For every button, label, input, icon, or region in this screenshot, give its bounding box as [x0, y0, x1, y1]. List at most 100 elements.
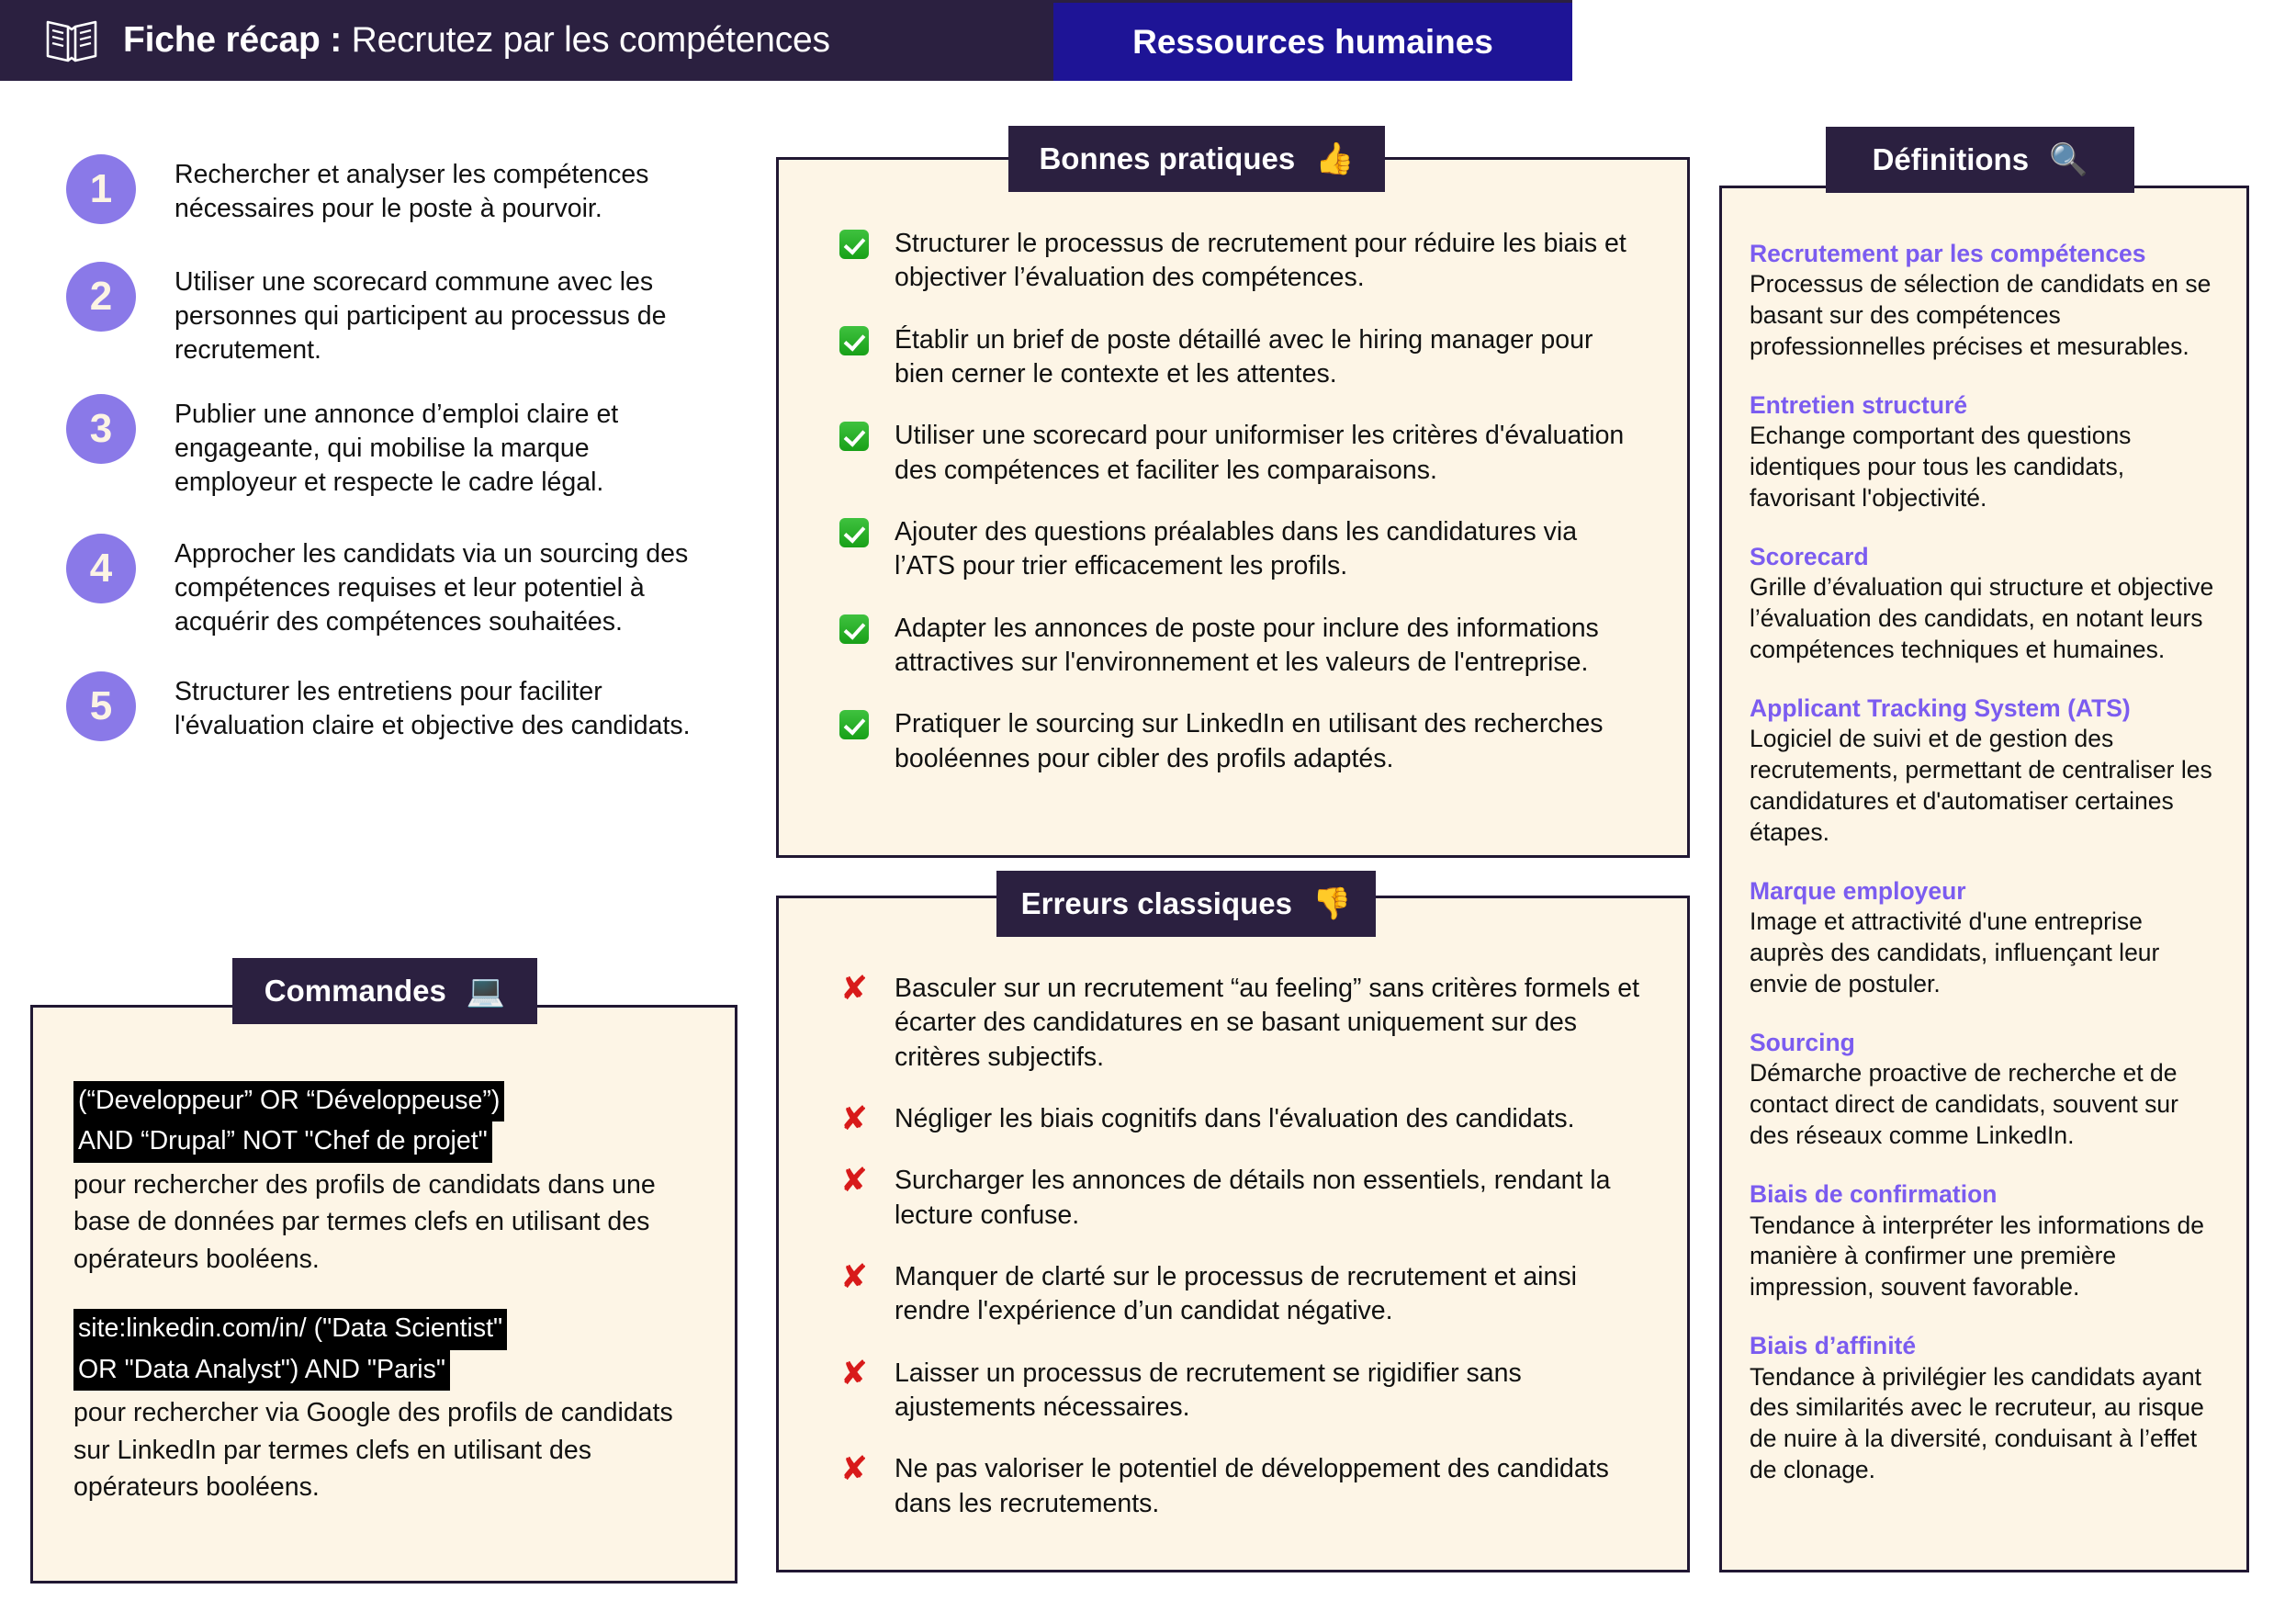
- red-cross-icon: ✘: [839, 1162, 869, 1200]
- bonnes-pratiques-panel: Structurer le processus de recrutement p…: [776, 157, 1690, 858]
- list-item: Biais de confirmation Tendance à interpr…: [1750, 1179, 2215, 1303]
- command-code-line: AND “Drupal” NOT "Chef de projet": [73, 1121, 492, 1163]
- erreurs-classiques-list: ✘ Basculer sur un recrutement “au feelin…: [779, 898, 1687, 1521]
- green-check-icon: [834, 707, 874, 740]
- definitions-list: Recrutement par les compétences Processu…: [1722, 188, 2246, 1486]
- list-item: Sourcing Démarche proactive de recherche…: [1750, 1028, 2215, 1152]
- open-book-icon: [46, 20, 97, 62]
- list-item: Biais d’affinité Tendance à privilégier …: [1750, 1331, 2215, 1486]
- definition-description: Echange comportant des questions identiq…: [1750, 422, 2132, 513]
- red-cross-icon: ✘: [839, 1450, 869, 1489]
- command-code-line: OR "Data Analyst") AND "Paris": [73, 1349, 451, 1392]
- command-block: site:linkedin.com/in/ ("Data Scientist" …: [73, 1309, 694, 1505]
- commandes-header-label: Commandes: [264, 974, 446, 1008]
- category-tag-label: Ressources humaines: [1132, 22, 1493, 61]
- green-check-icon: [834, 419, 874, 452]
- list-item: Structurer le processus de recrutement p…: [834, 227, 1639, 296]
- laptop-icon: 💻: [466, 974, 506, 1009]
- list-item: Adapter les annonces de poste pour inclu…: [834, 612, 1639, 681]
- red-cross-icon: ✘: [839, 1257, 869, 1296]
- list-item: ✘ Négliger les biais cognitifs dans l'év…: [834, 1102, 1639, 1136]
- red-cross-icon: ✘: [839, 970, 869, 1008]
- list-item: Entretien structuré Echange comportant d…: [1750, 390, 2215, 514]
- definition-description: Tendance à privilégier les candidats aya…: [1750, 1362, 2204, 1484]
- definition-description: Tendance à interpréter les informations …: [1750, 1211, 2204, 1302]
- step-badge: 2: [66, 261, 136, 332]
- list-item: Marque employeur Image et attractivité d…: [1750, 876, 2215, 1000]
- bonnes-pratiques-list: Structurer le processus de recrutement p…: [779, 160, 1687, 776]
- green-check-icon: [834, 323, 874, 355]
- bonnes-pratiques-header-label: Bonnes pratiques: [1039, 141, 1296, 175]
- list-item-text: Ne pas valoriser le potentiel de dévelop…: [895, 1454, 1609, 1518]
- erreurs-classiques-header-label: Erreurs classiques: [1020, 886, 1292, 920]
- steps-list: 1 Rechercher et analyser les compétences…: [66, 154, 727, 776]
- definitions-header: Définitions 🔍: [1826, 127, 2134, 193]
- command-code: (“Developpeur” OR “Développeuse”) AND “D…: [73, 1081, 694, 1163]
- erreurs-classiques-header: Erreurs classiques 👎: [996, 871, 1376, 937]
- list-item-text: Structurer le processus de recrutement p…: [895, 229, 1626, 293]
- commandes-body: (“Developpeur” OR “Développeuse”) AND “D…: [33, 1008, 735, 1506]
- thumbs-down-icon: 👎: [1312, 886, 1352, 921]
- red-cross-icon: ✘: [839, 1354, 869, 1392]
- command-description: pour rechercher des profils de candidats…: [73, 1169, 656, 1274]
- list-item-text: Adapter les annonces de poste pour inclu…: [895, 613, 1599, 677]
- commandes-panel: (“Developpeur” OR “Développeuse”) AND “D…: [30, 1005, 737, 1584]
- list-item: 5 Structurer les entretiens pour facilit…: [66, 671, 727, 744]
- step-text: Publier une annonce d’emploi claire et e…: [174, 399, 619, 498]
- list-item: Scorecard Grille d’évaluation qui struct…: [1750, 542, 2215, 666]
- command-block: (“Developpeur” OR “Développeuse”) AND “D…: [73, 1081, 694, 1278]
- list-item: Établir un brief de poste détaillé avec …: [834, 323, 1639, 392]
- definition-term: Scorecard: [1750, 543, 1869, 571]
- command-code-line: site:linkedin.com/in/ ("Data Scientist": [73, 1309, 508, 1350]
- step-badge: 3: [66, 393, 136, 464]
- list-item-text: Surcharger les annonces de détails non e…: [895, 1166, 1611, 1230]
- list-item: Ajouter des questions préalables dans le…: [834, 515, 1639, 584]
- list-item: 4 Approcher les candidats via un sourcin…: [66, 533, 727, 640]
- list-item: Recrutement par les compétences Processu…: [1750, 239, 2215, 363]
- command-code-line: (“Developpeur” OR “Développeuse”): [73, 1081, 505, 1122]
- list-item: 2 Utiliser une scorecard commune avec le…: [66, 261, 727, 368]
- definitions-header-label: Définitions: [1872, 142, 2030, 176]
- commandes-header: Commandes 💻: [232, 958, 537, 1024]
- definition-term: Biais d’affinité: [1750, 1332, 1917, 1360]
- step-badge: 5: [66, 671, 136, 741]
- definition-term: Biais de confirmation: [1750, 1180, 1998, 1209]
- green-check-icon: [834, 227, 874, 259]
- definition-term: Marque employeur: [1750, 877, 1966, 906]
- step-text: Rechercher et analyser les compétences n…: [174, 160, 649, 224]
- definition-term: Applicant Tracking System (ATS): [1750, 694, 2131, 723]
- list-item: ✘ Basculer sur un recrutement “au feelin…: [834, 972, 1639, 1075]
- green-check-icon: [834, 515, 874, 547]
- step-badge: 1: [66, 154, 136, 224]
- list-item-text: Ajouter des questions préalables dans le…: [895, 516, 1578, 581]
- definition-description: Processus de sélection de candidats en s…: [1750, 270, 2212, 361]
- command-code: site:linkedin.com/in/ ("Data Scientist" …: [73, 1309, 694, 1392]
- red-cross-icon: ✘: [839, 1099, 869, 1138]
- list-item-text: Établir un brief de poste détaillé avec …: [895, 324, 1593, 389]
- step-text: Structurer les entretiens pour faciliter…: [174, 676, 691, 740]
- step-badge: 4: [66, 533, 136, 603]
- list-item-text: Utiliser une scorecard pour uniformiser …: [895, 421, 1625, 485]
- infographic-page: Fiche récap : Recrutez par les compétenc…: [0, 0, 2296, 1623]
- green-check-icon: [834, 612, 874, 644]
- category-tag: Ressources humaines: [1053, 3, 1572, 81]
- list-item: Pratiquer le sourcing sur LinkedIn en ut…: [834, 707, 1639, 776]
- definition-description: Image et attractivité d'une entreprise a…: [1750, 907, 2160, 998]
- definition-description: Démarche proactive de recherche et de co…: [1750, 1059, 2178, 1150]
- step-text: Approcher les candidats via un sourcing …: [174, 538, 689, 637]
- definition-term: Sourcing: [1750, 1029, 1855, 1057]
- list-item: 3 Publier une annonce d’emploi claire et…: [66, 393, 727, 501]
- list-item-text: Pratiquer le sourcing sur LinkedIn en ut…: [895, 709, 1604, 773]
- definitions-panel: Recrutement par les compétences Processu…: [1719, 186, 2249, 1572]
- command-description: pour rechercher via Google des profils d…: [73, 1398, 673, 1503]
- page-title: Fiche récap : Recrutez par les compétenc…: [123, 20, 830, 61]
- erreurs-classiques-panel: ✘ Basculer sur un recrutement “au feelin…: [776, 896, 1690, 1572]
- list-item: ✘ Laisser un processus de recrutement se…: [834, 1357, 1639, 1426]
- page-title-strong: Fiche récap :: [123, 20, 342, 60]
- list-item-text: Négliger les biais cognitifs dans l'éval…: [895, 1103, 1575, 1133]
- page-title-rest: Recrutez par les compétences: [342, 20, 830, 60]
- list-item: Applicant Tracking System (ATS) Logiciel…: [1750, 693, 2215, 849]
- list-item-text: Basculer sur un recrutement “au feeling”…: [895, 974, 1639, 1072]
- list-item: 1 Rechercher et analyser les compétences…: [66, 154, 727, 227]
- thumbs-up-icon: 👍: [1315, 141, 1355, 176]
